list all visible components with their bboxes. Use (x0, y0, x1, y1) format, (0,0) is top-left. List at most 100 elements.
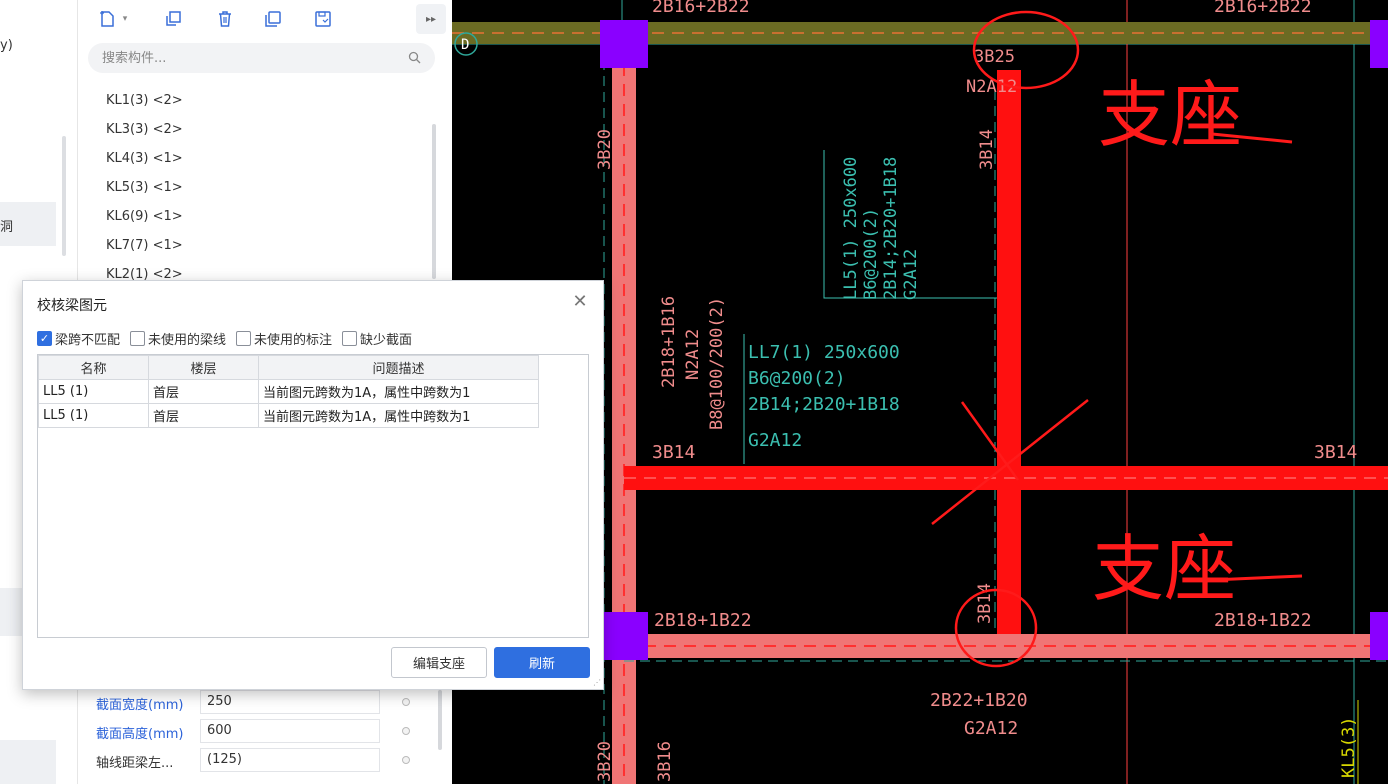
attach-dot-icon[interactable] (402, 756, 410, 764)
table-row[interactable]: LL5 (1) 首层 当前图元跨数为1A，属性中跨数为1 (38, 403, 539, 428)
list-item[interactable]: KL4(3) <1> (106, 144, 183, 173)
results-grid: 名称 楼层 问题描述 LL5 (1) 首层 当前图元跨数为1A，属性中跨数为1 … (37, 354, 589, 638)
attach-dot-icon[interactable] (402, 698, 410, 706)
save-template-button[interactable] (310, 6, 336, 32)
filter-unused-annotations[interactable]: 未使用的标注 (236, 329, 332, 348)
sidebar-item-highlight[interactable] (0, 740, 56, 784)
property-scrollbar[interactable] (438, 690, 442, 750)
beam-ll5 (997, 70, 1021, 636)
trash-icon (219, 11, 231, 27)
rebar-label: 2B22+1B20 (930, 690, 1028, 711)
property-row: 截面高度(mm) 600 (96, 719, 410, 743)
search-box[interactable] (88, 43, 435, 73)
save-icon (315, 11, 331, 27)
refresh-button[interactable]: 刷新 (494, 647, 590, 678)
sidebar-item-label[interactable]: 洞 (0, 216, 13, 235)
checkbox[interactable] (130, 330, 146, 346)
rebar-label: 3B25 (974, 47, 1015, 67)
list-item[interactable]: KL6(9) <1> (106, 202, 183, 231)
rebar-label: 3B14 (652, 442, 695, 463)
beam-spec-label: B6@200(2) (748, 368, 846, 389)
property-value-field[interactable]: (125) (200, 748, 380, 772)
duplicate-icon (265, 11, 281, 27)
property-value-field[interactable]: 250 (200, 690, 380, 714)
ink-note: 支座 (1092, 527, 1236, 611)
rebar-label: 2B18+1B16 (659, 296, 679, 388)
property-label: 截面高度(mm) (96, 727, 184, 742)
search-input[interactable] (88, 43, 435, 73)
filter-span-mismatch[interactable]: ✓ 梁跨不匹配 (37, 329, 120, 348)
delete-button[interactable] (212, 6, 238, 32)
list-item[interactable]: KL5(3) <1> (106, 173, 183, 202)
beam-spec-label: B6@200(2) (861, 208, 881, 300)
edit-support-button[interactable]: 编辑支座 (391, 647, 487, 678)
checkbox[interactable] (342, 330, 358, 346)
rebar-label: 2B18+1B22 (1214, 610, 1312, 631)
column (1370, 612, 1388, 660)
attach-dot-icon[interactable] (402, 727, 410, 735)
beam-spec-label: 2B14;2B20+1B18 (881, 157, 901, 300)
rebar-label: G2A12 (964, 718, 1018, 739)
check-beam-dialog: 校核梁图元 ✕ ✓ 梁跨不匹配 未使用的梁线 未使用的标注 缺少截面 名称 楼层… (22, 280, 604, 690)
filter-missing-section[interactable]: 缺少截面 (342, 329, 412, 348)
beam-spec-label: G2A12 (748, 430, 802, 451)
copy-button[interactable] (160, 6, 186, 32)
column (1370, 20, 1388, 68)
sidebar-scrollbar[interactable] (62, 136, 66, 256)
beam-spec-label: 2B14;2B20+1B18 (748, 394, 900, 415)
list-item[interactable]: KL7(7) <1> (106, 231, 183, 260)
beam-spec-label: LL7(1) 250x600 (748, 342, 900, 363)
beam-spec-label: G2A12 (901, 249, 921, 300)
rebar-label: N2A12 (683, 329, 703, 380)
rebar-label: 2B16+2B22 (1214, 0, 1312, 17)
axis-label: D (461, 37, 469, 53)
column (600, 20, 648, 68)
checkbox-checked[interactable]: ✓ (37, 330, 52, 346)
more-tools-button[interactable]: ▸▸ (416, 4, 446, 34)
property-value-field[interactable]: 600 (200, 719, 380, 743)
cell-description[interactable]: 当前图元跨数为1A，属性中跨数为1 (258, 403, 539, 428)
duplicate-button[interactable] (260, 6, 286, 32)
filter-label: 未使用的梁线 (148, 332, 227, 348)
double-chevron-right-icon: ▸▸ (425, 13, 437, 25)
cell-floor[interactable]: 首层 (148, 379, 259, 404)
cell-floor[interactable]: 首层 (148, 403, 259, 428)
column-header[interactable]: 名称 (38, 355, 149, 380)
table-row[interactable]: LL5 (1) 首层 当前图元跨数为1A，属性中跨数为1 (38, 379, 539, 404)
rebar-label: 3B20 (595, 129, 615, 170)
search-icon[interactable] (408, 51, 421, 64)
ink-note: 支座 (1098, 73, 1242, 157)
filter-unused-beam-lines[interactable]: 未使用的梁线 (130, 329, 226, 348)
checkbox[interactable] (236, 330, 252, 346)
list-scrollbar[interactable] (432, 124, 436, 279)
list-item[interactable]: KL1(3) <2> (106, 86, 183, 115)
column (604, 612, 648, 660)
close-icon[interactable]: ✕ (571, 293, 589, 311)
property-row: 截面宽度(mm) 250 (96, 690, 410, 714)
sidebar-item-label[interactable]: y) (0, 38, 13, 53)
filter-label: 未使用的标注 (254, 332, 333, 348)
property-label: 截面宽度(mm) (96, 698, 184, 713)
beam-spec-label: LL5(1) 250x600 (841, 157, 861, 300)
rebar-label: 3B16 (655, 741, 675, 782)
chevron-down-icon[interactable]: ▾ (118, 6, 132, 32)
new-component-button[interactable] (94, 6, 120, 32)
rebar-label: 2B16+2B22 (652, 0, 750, 17)
rebar-label: 3B20 (595, 741, 615, 782)
cell-name[interactable]: LL5 (1) (38, 379, 149, 404)
filter-options: ✓ 梁跨不匹配 未使用的梁线 未使用的标注 缺少截面 (37, 328, 422, 348)
cell-description[interactable]: 当前图元跨数为1A，属性中跨数为1 (258, 379, 539, 404)
beam-name-label: KL5(3) (1339, 717, 1359, 778)
column-header[interactable]: 楼层 (148, 355, 259, 380)
resize-grip-icon[interactable]: ⋰ (593, 679, 601, 687)
column-header[interactable]: 问题描述 (258, 355, 539, 380)
rebar-label: 2B18+1B22 (654, 610, 752, 631)
list-item[interactable]: KL3(3) <2> (106, 115, 183, 144)
toolbar: ▾ ▸▸ (88, 4, 446, 34)
filter-label: 缺少截面 (360, 332, 413, 348)
property-row: 轴线距梁左... (125) (96, 748, 410, 772)
copy-icon (166, 11, 181, 26)
new-file-icon (100, 11, 114, 27)
component-list: KL1(3) <2> KL3(3) <2> KL4(3) <1> KL5(3) … (106, 86, 183, 289)
cell-name[interactable]: LL5 (1) (38, 403, 149, 428)
